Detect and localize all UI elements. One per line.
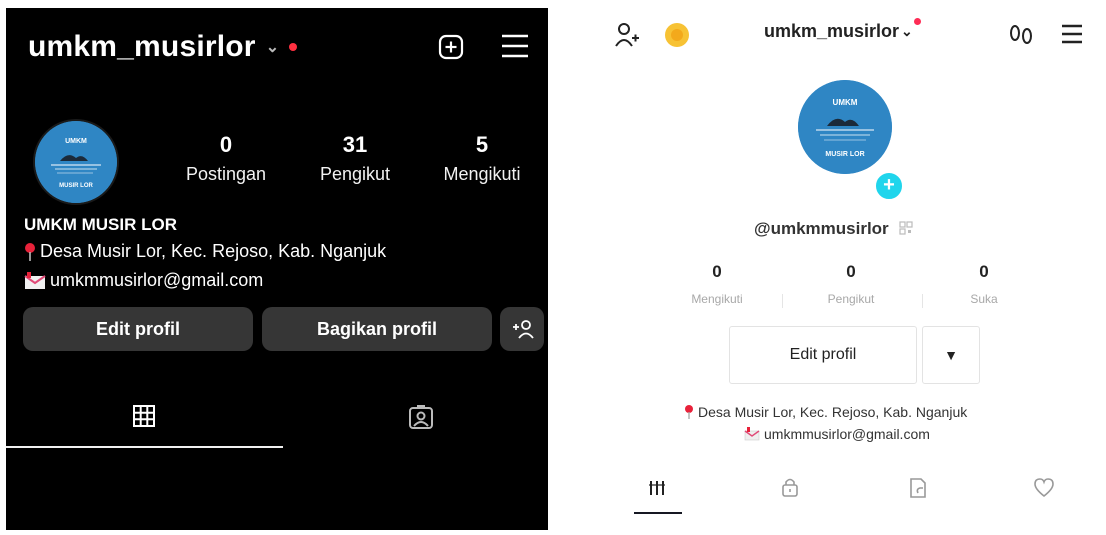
- tab-tagged[interactable]: [408, 404, 434, 435]
- qr-code-icon[interactable]: [899, 221, 914, 235]
- bio-location-text: Desa Musir Lor, Kec. Rejoso, Kab. Nganju…: [698, 404, 968, 420]
- edit-profile-button[interactable]: Edit profil: [23, 307, 253, 351]
- stat-label: Pengikut: [319, 164, 391, 184]
- add-person-icon: [513, 320, 534, 339]
- repost-icon: [910, 478, 926, 498]
- location-pin-icon: [685, 405, 693, 419]
- stat-posts[interactable]: 0 Postingan: [176, 132, 276, 185]
- lock-icon: [782, 478, 798, 497]
- add-friend-icon[interactable]: [614, 22, 640, 53]
- active-tab-indicator: [634, 512, 682, 514]
- instagram-profile-panel: umkm_musirlor ⌄ UMKM MUSIR LOR 0 Posting…: [6, 8, 548, 530]
- hamburger-menu-icon[interactable]: [499, 32, 531, 65]
- username-label: umkm_musirlor: [764, 21, 900, 41]
- location-pin-icon: [25, 242, 35, 261]
- tab-videos[interactable]: [647, 478, 667, 503]
- stat-value: 0: [979, 262, 989, 281]
- more-options-button[interactable]: ▼: [922, 326, 980, 384]
- coin-icon[interactable]: [664, 22, 690, 53]
- create-post-icon[interactable]: [438, 34, 464, 65]
- username-label: umkm_musirlor: [28, 30, 256, 63]
- share-profile-button[interactable]: Bagikan profil: [262, 307, 492, 351]
- bio-email-text: umkmmusirlor@gmail.com: [764, 426, 930, 442]
- username-switcher[interactable]: umkm_musirlor ⌄: [764, 18, 921, 42]
- notification-dot: [289, 43, 298, 51]
- mail-icon: [24, 271, 46, 289]
- notification-dot: [913, 18, 921, 25]
- stat-following[interactable]: 0 Mengikuti: [672, 262, 762, 306]
- tiktok-profile-panel: umkm_musirlor ⌄ UMKM MUSIR LOR + @umkmmu…: [592, 8, 1100, 515]
- mail-icon: [744, 427, 760, 441]
- handle-text: @umkmmusirlor: [754, 219, 889, 238]
- active-tab-indicator: [6, 446, 283, 448]
- discover-people-button[interactable]: [500, 307, 544, 351]
- stat-value: 0: [846, 262, 856, 281]
- video-grid-icon: [649, 481, 665, 495]
- tagged-person-icon: [409, 405, 433, 429]
- avatar[interactable]: UMKM MUSIR LOR: [798, 80, 892, 174]
- bio-name: UMKM MUSIR LOR: [24, 215, 177, 234]
- bio-email-text: umkmmusirlor@gmail.com: [50, 270, 264, 290]
- profile-handle: @umkmmusirlor: [754, 219, 914, 239]
- tab-liked[interactable]: [1033, 478, 1055, 503]
- bio-email[interactable]: umkmmusirlor@gmail.com: [744, 426, 930, 442]
- tab-reposts[interactable]: [907, 477, 929, 504]
- stat-followers[interactable]: 0 Pengikut: [806, 262, 896, 306]
- stat-label: Suka: [970, 292, 998, 306]
- stat-divider: [922, 294, 923, 308]
- chevron-down-icon: ⌄: [901, 23, 913, 39]
- stat-value: 5: [475, 132, 489, 157]
- stat-divider: [782, 294, 783, 308]
- tab-posts-grid[interactable]: [132, 404, 156, 433]
- avatar-logo-text-top: UMKM: [833, 98, 858, 107]
- stat-value: 0: [712, 262, 722, 281]
- hamburger-menu-icon[interactable]: [1060, 23, 1084, 50]
- stat-label: Mengikuti: [443, 164, 521, 184]
- heart-icon: [1034, 478, 1054, 498]
- stat-label: Mengikuti: [691, 292, 743, 306]
- footprints-icon[interactable]: [1008, 24, 1034, 51]
- username-switcher[interactable]: umkm_musirlor ⌄: [28, 30, 298, 64]
- stat-likes[interactable]: 0 Suka: [942, 262, 1026, 306]
- stat-value: 31: [342, 132, 368, 157]
- add-avatar-button[interactable]: +: [874, 171, 904, 201]
- avatar-logo-text-bottom: MUSIR LOR: [825, 151, 864, 158]
- avatar-logo-text-bottom: MUSIR LOR: [59, 183, 93, 189]
- stat-label: Postingan: [185, 164, 267, 184]
- bio-email[interactable]: umkmmusirlor@gmail.com: [24, 270, 263, 291]
- bio-location: Desa Musir Lor, Kec. Rejoso, Kab. Nganju…: [24, 241, 386, 262]
- stat-label: Pengikut: [827, 292, 875, 306]
- edit-profile-button[interactable]: Edit profil: [729, 326, 917, 384]
- stat-followers[interactable]: 31 Pengikut: [307, 132, 403, 185]
- avatar-logo-text-top: UMKM: [65, 138, 87, 145]
- caret-down-icon: ▼: [944, 347, 958, 363]
- stat-value: 0: [219, 132, 233, 157]
- chevron-down-icon: ⌄: [265, 39, 280, 56]
- bio-location: Desa Musir Lor, Kec. Rejoso, Kab. Nganju…: [684, 404, 967, 420]
- avatar[interactable]: UMKM MUSIR LOR: [33, 119, 119, 205]
- tab-private[interactable]: [780, 476, 800, 503]
- grid-icon: [133, 405, 155, 427]
- stat-following[interactable]: 5 Mengikuti: [430, 132, 534, 185]
- bio-location-text: Desa Musir Lor, Kec. Rejoso, Kab. Nganju…: [40, 241, 387, 261]
